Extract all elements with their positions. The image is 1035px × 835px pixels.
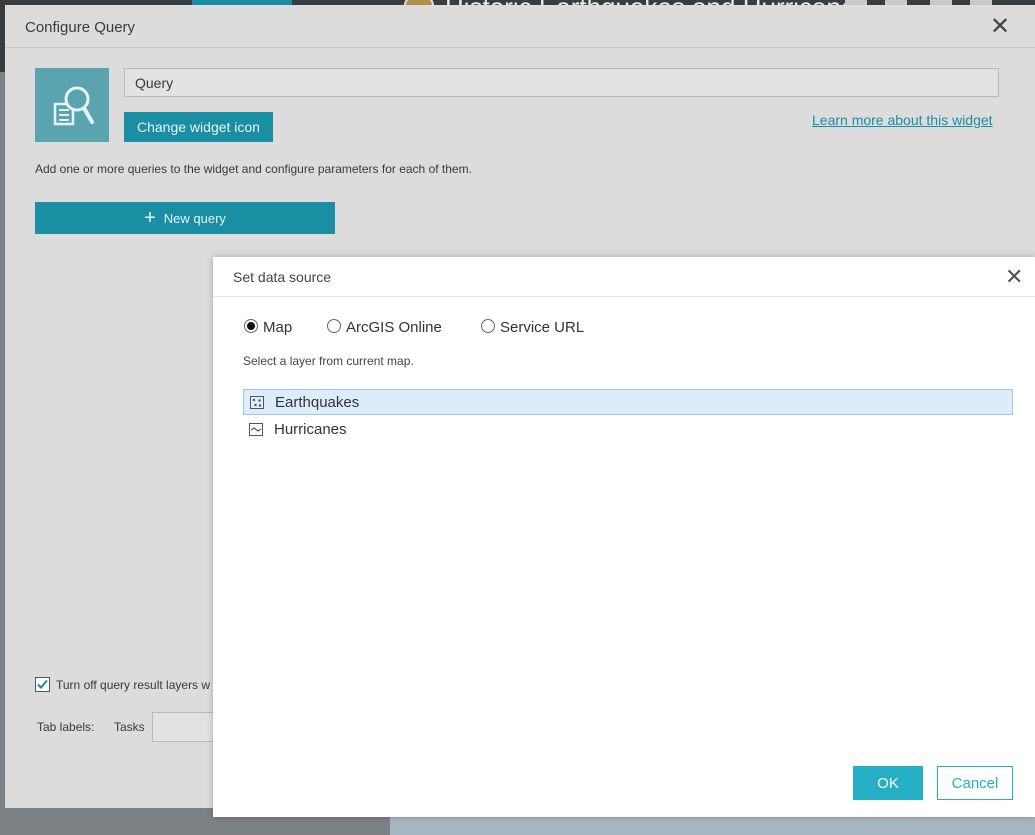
radio-arcgis-online[interactable] xyxy=(327,319,341,333)
layer-item-hurricanes[interactable]: Hurricanes xyxy=(243,417,1013,443)
change-widget-icon-button[interactable]: Change widget icon xyxy=(124,112,273,142)
line-layer-icon xyxy=(249,423,263,436)
plus-icon: + xyxy=(144,207,156,229)
turn-off-layers-checkbox[interactable] xyxy=(35,677,50,692)
layer-hint: Select a layer from current map. xyxy=(243,354,414,368)
widget-icon-preview xyxy=(35,68,109,142)
new-query-label: New query xyxy=(163,210,226,226)
query-widget-icon xyxy=(53,86,94,126)
radio-map-label[interactable]: Map xyxy=(263,319,292,336)
dialog-title: Set data source xyxy=(233,269,332,285)
close-icon[interactable]: ✕ xyxy=(1005,266,1023,288)
tasks-label-input[interactable] xyxy=(152,712,222,742)
panel-header: Configure Query ✕ xyxy=(5,5,1035,48)
set-data-source-dialog: Set data source ✕ Map ArcGIS Online Serv… xyxy=(213,257,1035,817)
radio-service-url-label[interactable]: Service URL xyxy=(500,319,584,336)
radio-service-url[interactable] xyxy=(481,319,495,333)
learn-more-link[interactable]: Learn more about this widget xyxy=(812,112,993,128)
widget-name-input[interactable] xyxy=(124,68,999,97)
layer-label-earthquakes: Earthquakes xyxy=(275,394,360,411)
close-icon[interactable]: ✕ xyxy=(990,15,1010,39)
point-layer-icon xyxy=(250,396,264,409)
ok-button[interactable]: OK xyxy=(853,766,923,800)
checkmark-icon xyxy=(37,679,48,689)
layer-label-hurricanes: Hurricanes xyxy=(274,421,347,438)
tasks-label: Tasks xyxy=(114,720,145,734)
panel-description: Add one or more queries to the widget an… xyxy=(35,162,472,176)
dialog-header: Set data source ✕ xyxy=(213,257,1035,297)
layer-item-earthquakes[interactable]: Earthquakes xyxy=(243,389,1013,415)
turn-off-layers-label: Turn off query result layers w xyxy=(56,678,211,692)
new-query-button[interactable]: + New query xyxy=(35,202,335,234)
radio-map[interactable] xyxy=(244,319,258,333)
radio-arcgis-online-label[interactable]: ArcGIS Online xyxy=(346,319,442,336)
panel-title: Configure Query xyxy=(25,19,136,36)
cancel-button[interactable]: Cancel xyxy=(937,766,1013,800)
tab-labels-label: Tab labels: xyxy=(37,720,95,734)
